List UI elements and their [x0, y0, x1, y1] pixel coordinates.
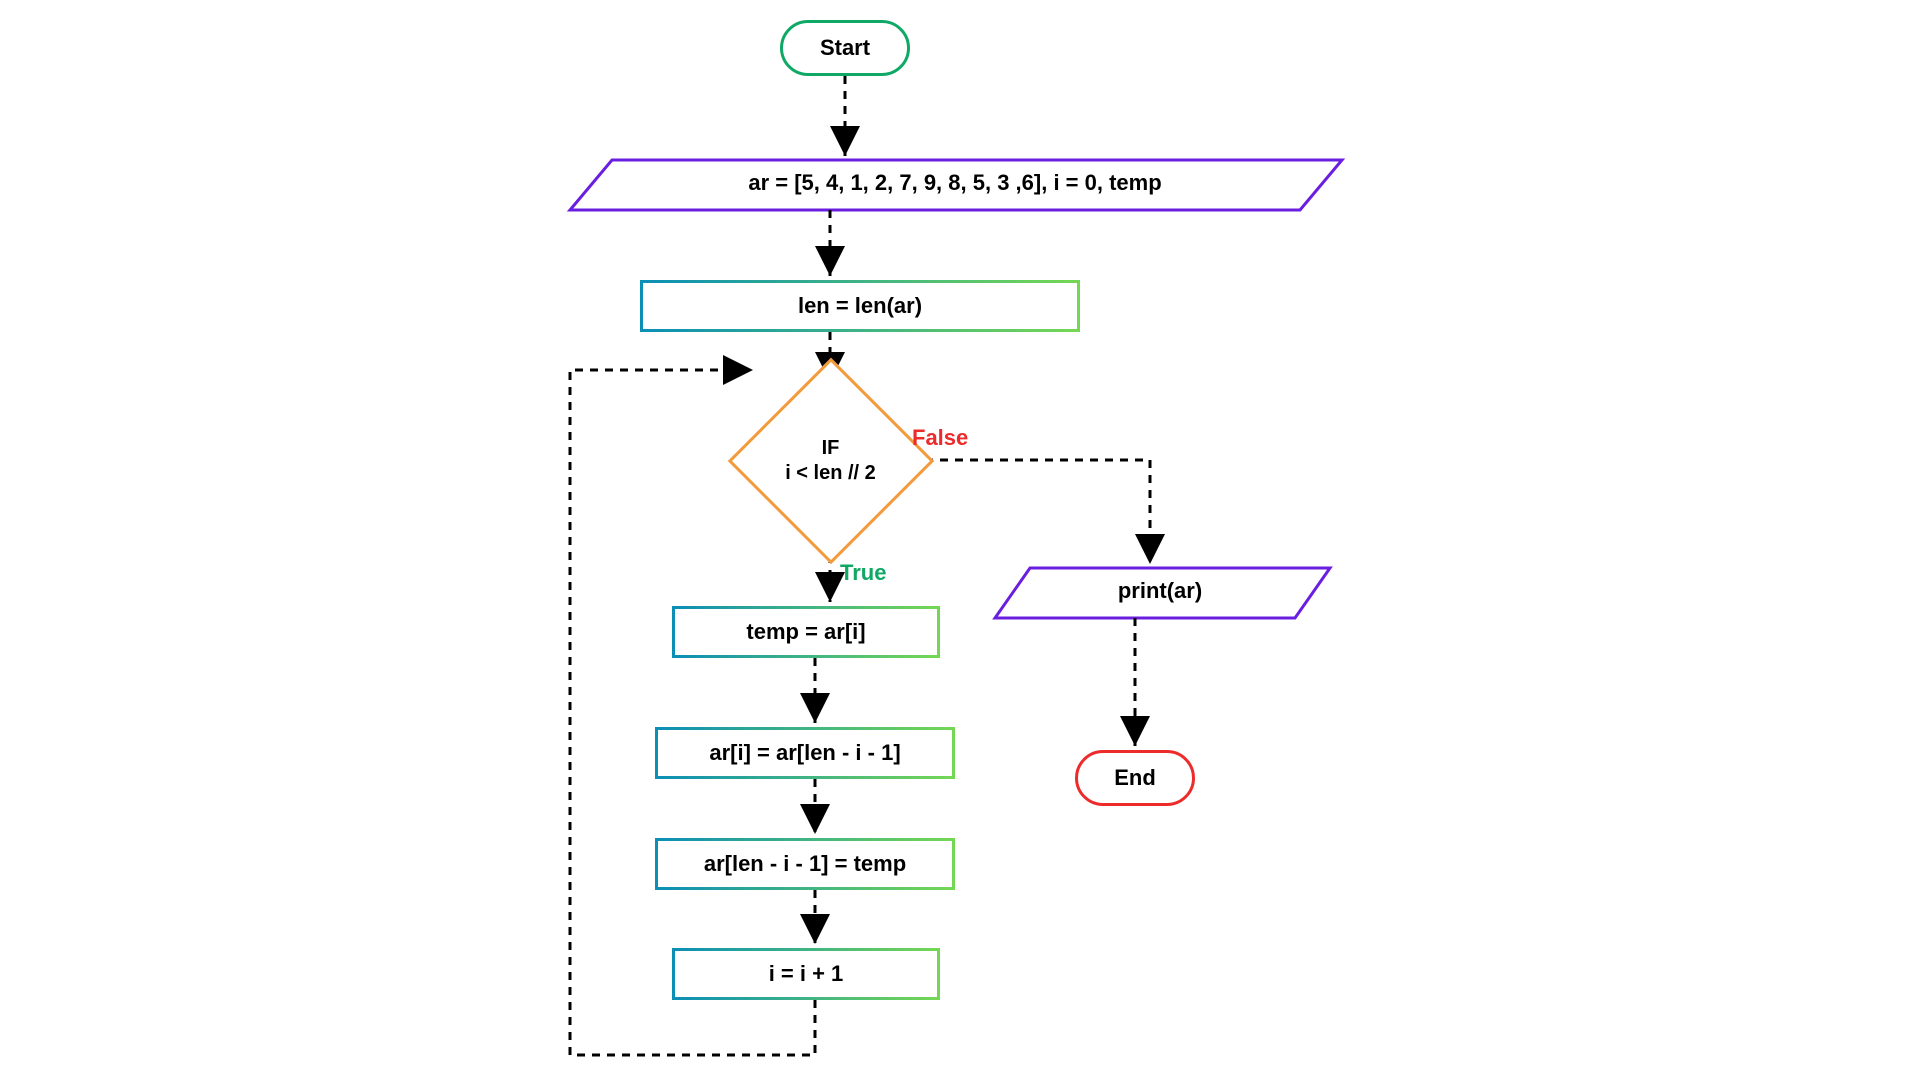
flowchart-svg — [0, 0, 1920, 1080]
end-node: End — [1075, 750, 1195, 806]
start-label: Start — [820, 35, 870, 61]
false-label: False — [912, 425, 968, 451]
start-node: Start — [780, 20, 910, 76]
swap2-label: ar[len - i - 1] = temp — [704, 851, 906, 877]
init-label: ar = [5, 4, 1, 2, 7, 9, 8, 5, 3 ,6], i =… — [570, 170, 1340, 196]
inc-label: i = i + 1 — [769, 961, 844, 987]
inc-node: i = i + 1 — [672, 948, 940, 1000]
init-parallelogram — [570, 160, 1342, 210]
swap2-node: ar[len - i - 1] = temp — [655, 838, 955, 890]
decision-label: IF i < len // 2 — [785, 436, 876, 486]
print-parallelogram — [995, 568, 1330, 618]
len-label: len = len(ar) — [798, 293, 922, 319]
decision-node: IF i < len // 2 — [758, 388, 903, 533]
print-label: print(ar) — [1000, 578, 1320, 604]
temp-label: temp = ar[i] — [746, 619, 865, 645]
temp-node: temp = ar[i] — [672, 606, 940, 658]
swap1-label: ar[i] = ar[len - i - 1] — [709, 740, 900, 766]
true-label: True — [840, 560, 886, 586]
end-label: End — [1114, 765, 1156, 791]
len-node: len = len(ar) — [640, 280, 1080, 332]
swap1-node: ar[i] = ar[len - i - 1] — [655, 727, 955, 779]
